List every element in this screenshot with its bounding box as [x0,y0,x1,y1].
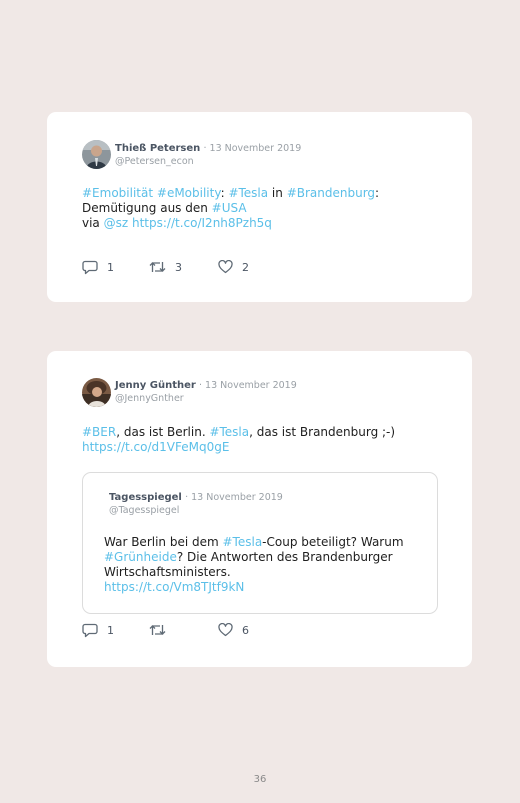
quoted-tweet-header: Tagesspiegel · 13 November 2019 @Tagessp… [109,491,283,517]
page-number: 36 [253,774,267,785]
hashtag-link[interactable]: #Grünheide [104,550,177,564]
like-count: 6 [242,623,249,637]
text-fragment: -Coup beteiligt? Warum [262,535,404,549]
tweet-line: #Emobilität #eMobility: #Tesla in #Brand… [82,186,379,201]
tweet-date[interactable]: · 13 November 2019 [199,380,297,391]
reply-count: 1 [107,623,114,637]
text-fragment: in [268,186,287,200]
tweet-line: via @sz https://t.co/I2nh8Pzh5q [82,216,379,231]
hashtag-link[interactable]: #Emobilität [82,186,153,200]
hashtag-link[interactable]: #Brandenburg [287,186,375,200]
hashtag-link[interactable]: #USA [212,201,247,215]
like-count: 2 [242,260,249,274]
text-fragment: , das ist Brandenburg ;-) [249,425,396,439]
tweet-line: Demütigung aus den #USA [82,201,379,216]
text-fragment: Demütigung aus den [82,201,212,215]
reply-button[interactable]: 1 [82,259,114,275]
retweet-count: 3 [175,260,182,274]
tweet-card: Jenny Günther · 13 November 2019 @JennyG… [47,351,472,667]
reply-icon [82,260,98,274]
retweet-icon [149,625,166,635]
tweet-text: #BER, das ist Berlin. #Tesla, das ist Br… [82,425,395,455]
retweet-button[interactable] [149,622,175,638]
reply-icon [82,623,98,637]
tweet-line: https://t.co/d1VFeMq0gE [82,440,395,455]
text-fragment: War Berlin bei dem [104,535,223,549]
text-fragment: ? Die Antworten des Brandenburger [176,550,393,564]
mention-link[interactable]: @sz [104,216,129,230]
text-fragment: : [375,186,380,200]
like-button[interactable]: 6 [218,622,249,638]
url-link[interactable]: https://t.co/I2nh8Pzh5q [132,216,272,230]
tweet-line: #BER, das ist Berlin. #Tesla, das ist Br… [82,425,395,440]
hashtag-link[interactable]: #eMobility [157,186,221,200]
hashtag-link[interactable]: #Tesla [223,535,263,549]
quoted-tweet-date[interactable]: · 13 November 2019 [185,492,283,503]
author-handle[interactable]: @Petersen_econ [115,155,301,168]
tweet-actions: 1 3 2 [82,259,302,275]
hashtag-link[interactable]: #BER [82,425,116,439]
retweet-icon [149,262,166,272]
avatar[interactable] [82,140,111,169]
author-name[interactable]: Thieß Petersen [115,143,200,154]
reply-button[interactable]: 1 [82,622,114,638]
reply-count: 1 [107,260,114,274]
tweet-line: Wirtschaftsministers. [104,565,231,579]
like-icon [218,623,233,637]
quoted-author-name[interactable]: Tagesspiegel [109,492,182,503]
author-name[interactable]: Jenny Günther [115,380,196,391]
quoted-tweet-text: War Berlin bei dem #Tesla-Coup beteiligt… [104,535,404,595]
avatar[interactable] [82,378,111,407]
text-fragment: , das ist Berlin. [116,425,210,439]
hashtag-link[interactable]: #Tesla [228,186,268,200]
quoted-tweet[interactable]: Tagesspiegel · 13 November 2019 @Tagessp… [82,472,438,614]
tweet-header: Thieß Petersen · 13 November 2019 @Peter… [115,142,301,168]
tweet-date[interactable]: · 13 November 2019 [203,143,301,154]
url-link[interactable]: https://t.co/d1VFeMq0gE [82,440,229,454]
tweet-line: War Berlin bei dem #Tesla-Coup beteiligt… [104,535,404,550]
tweet-header: Jenny Günther · 13 November 2019 @JennyG… [115,379,297,405]
tweet-text: #Emobilität #eMobility: #Tesla in #Brand… [82,186,379,231]
url-link[interactable]: https://t.co/Vm8TJtf9kN [104,580,244,594]
text-fragment: via [82,216,104,230]
hashtag-link[interactable]: #Tesla [209,425,249,439]
retweet-button[interactable]: 3 [149,259,182,275]
like-icon [218,260,233,274]
author-handle[interactable]: @JennyGnther [115,392,297,405]
tweet-actions: 1 6 [82,622,302,638]
like-button[interactable]: 2 [218,259,249,275]
tweet-line: #Grünheide? Die Antworten des Brandenbur… [104,550,404,565]
tweet-card: Thieß Petersen · 13 November 2019 @Peter… [47,112,472,302]
tweet-line: https://t.co/Vm8TJtf9kN [104,580,404,595]
quoted-author-handle[interactable]: @Tagesspiegel [109,504,283,517]
